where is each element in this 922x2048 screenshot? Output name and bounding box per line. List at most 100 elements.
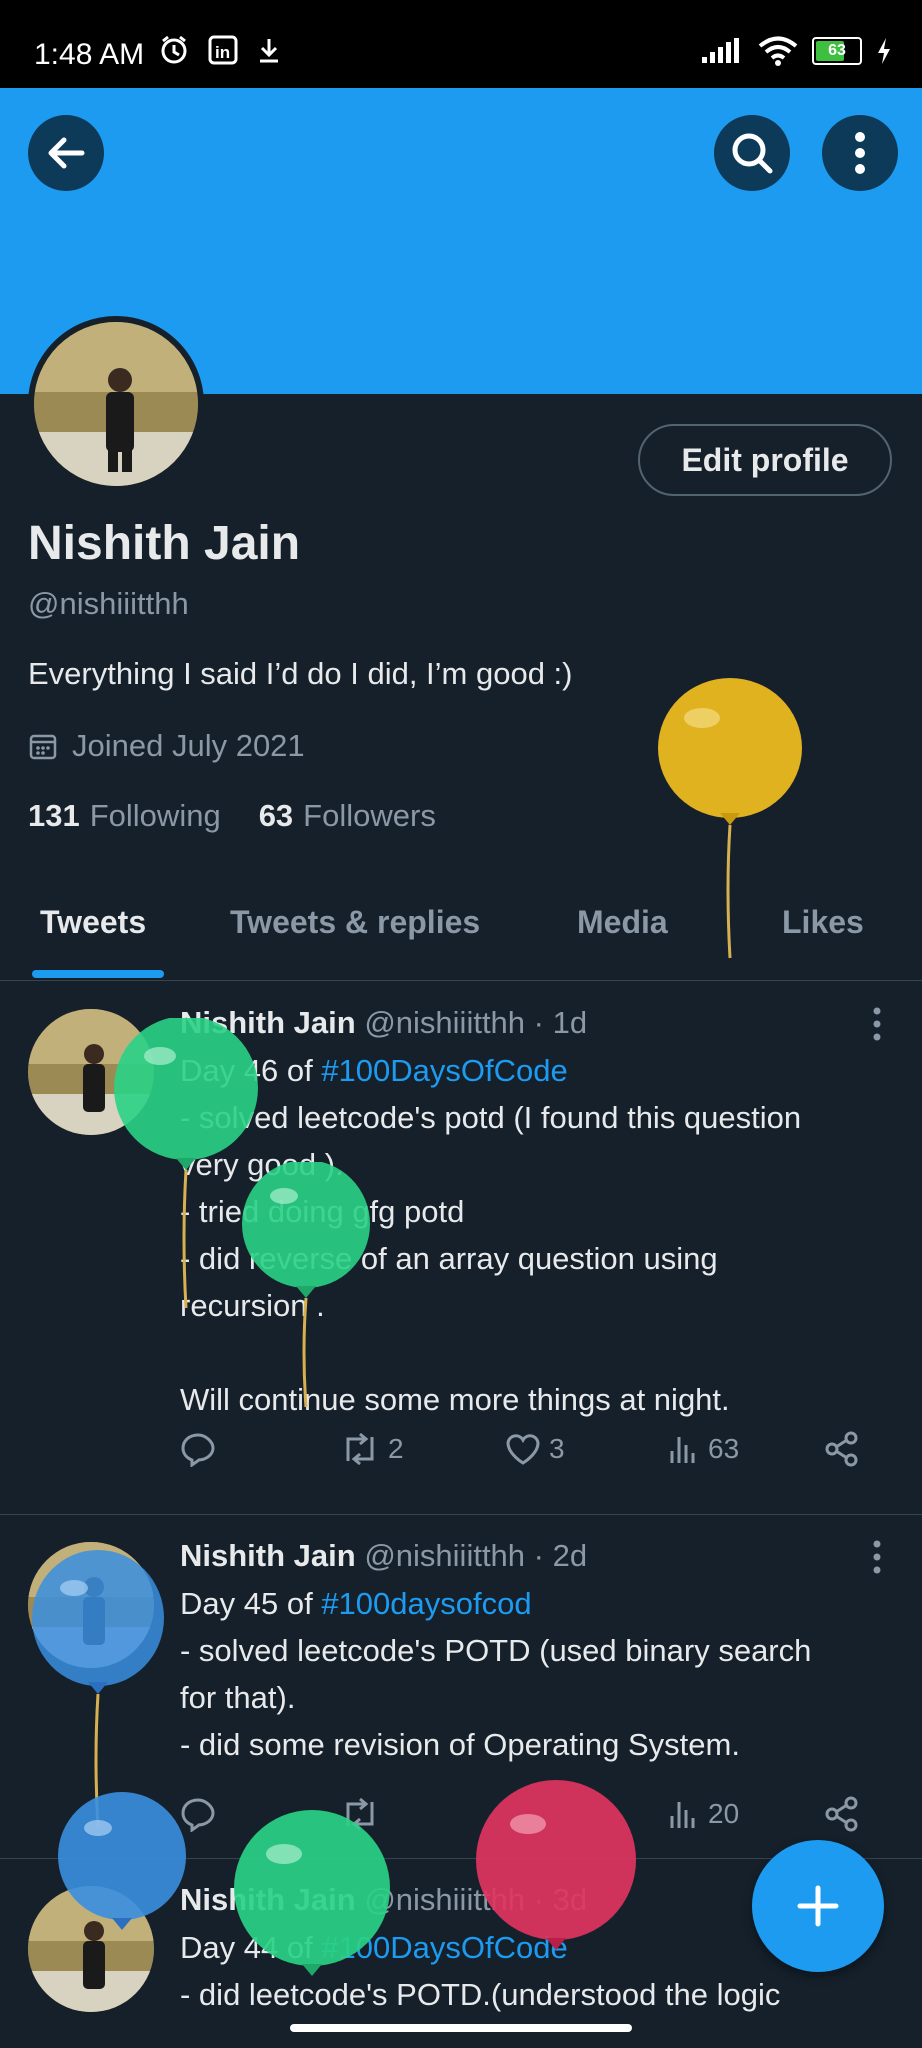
tweet-author-handle: @nishiiitthh xyxy=(364,1882,526,1917)
follow-stats: 131 Following 63 Followers xyxy=(28,798,436,834)
tab-tweets-replies[interactable]: Tweets & replies xyxy=(230,904,480,941)
retweet-button[interactable]: 2 xyxy=(340,1433,404,1465)
avatar-photo xyxy=(34,322,198,486)
views-count: 63 xyxy=(708,1433,740,1464)
following-label: Following xyxy=(89,798,221,833)
tweet-text-prefix: Day 45 of xyxy=(180,1586,322,1621)
followers-link[interactable]: 63 Followers xyxy=(259,798,436,834)
tweet-avatar[interactable] xyxy=(28,1009,154,1135)
profile-handle: @nishiiitthh xyxy=(28,586,189,621)
tweet-more-icon[interactable] xyxy=(872,1540,882,1574)
back-button[interactable] xyxy=(28,115,104,191)
heart-icon xyxy=(506,1434,540,1465)
tweet-author-handle: @nishiiitthh xyxy=(364,1005,526,1040)
charging-icon xyxy=(878,38,890,64)
status-bar: 1:48 AM in 63 xyxy=(0,0,922,88)
share-button[interactable] xyxy=(824,1431,860,1467)
tweet-header: Nishith Jain @nishiiitthh · 2d xyxy=(180,1538,587,1574)
profile-name: Nishith Jain xyxy=(28,517,301,570)
arrow-left-icon xyxy=(48,137,85,169)
share-icon xyxy=(825,1431,858,1467)
following-link[interactable]: 131 Following xyxy=(28,798,221,834)
reply-icon xyxy=(181,1798,215,1832)
home-indicator[interactable] xyxy=(290,2024,632,2032)
tweet-avatar[interactable] xyxy=(28,1886,154,2012)
battery-level: 63 xyxy=(828,42,846,59)
tab-likes[interactable]: Likes xyxy=(782,904,864,941)
calendar-icon xyxy=(29,734,57,760)
followers-count: 63 xyxy=(258,798,294,833)
tweet-header: Nishith Jain @nishiiitthh · 1d xyxy=(180,1005,587,1041)
tweet-more-icon[interactable] xyxy=(872,1007,882,1041)
status-notification-icons: in xyxy=(158,34,282,66)
like-count: 3 xyxy=(549,1433,565,1464)
views-button[interactable]: 63 xyxy=(668,1433,739,1465)
retweet-icon xyxy=(346,1798,374,1830)
tweet-author-name: Nishith Jain xyxy=(180,1005,356,1040)
share-icon xyxy=(825,1796,858,1832)
search-button[interactable] xyxy=(714,115,790,191)
search-icon xyxy=(732,133,773,174)
avatar-photo xyxy=(28,1886,154,2012)
active-tab-indicator xyxy=(32,970,164,978)
tweet[interactable]: Nishith Jain @nishiiitthh · 1d Day 46 of… xyxy=(0,981,922,1515)
tweet-author-name: Nishith Jain xyxy=(180,1538,356,1573)
wifi-icon xyxy=(758,36,798,66)
tweet-text-rest: - did leetcode's POTD.(understood the lo… xyxy=(180,1977,781,2012)
joined-date: Joined July 2021 xyxy=(28,728,305,764)
profile-bio: Everything I said I’d do I did, I’m good… xyxy=(28,656,573,691)
status-time: 1:48 AM xyxy=(34,38,145,71)
tweet-header: Nishith Jain @nishiiitthh · 3d xyxy=(180,1882,587,1918)
battery-icon: 63 xyxy=(812,37,862,65)
download-icon xyxy=(260,39,278,63)
hashtag-link[interactable]: #100daysofcod xyxy=(321,1586,531,1621)
tweet-text-rest: - solved leetcode's potd (I found this q… xyxy=(180,1100,802,1417)
reply-icon xyxy=(181,1433,215,1467)
tab-tweets[interactable]: Tweets xyxy=(40,904,146,941)
more-vertical-icon xyxy=(855,132,865,174)
retweet-icon xyxy=(346,1433,374,1465)
tweet-actions: 2 3 63 xyxy=(180,1427,880,1471)
hashtag-link[interactable]: #100DaysOfCode xyxy=(321,1930,567,1965)
views-icon xyxy=(670,1437,695,1463)
retweet-count: 2 xyxy=(388,1433,404,1464)
linkedin-icon: in xyxy=(208,35,238,65)
retweet-button[interactable] xyxy=(340,1798,380,1830)
signal-icon xyxy=(702,38,739,63)
tweet-actions: 20 xyxy=(180,1792,880,1836)
tweet-author-handle: @nishiiitthh xyxy=(364,1538,526,1573)
share-button[interactable] xyxy=(824,1796,860,1832)
joined-text: Joined July 2021 xyxy=(72,728,305,763)
plus-icon xyxy=(797,1885,839,1927)
tweet-text-prefix: Day 46 of xyxy=(180,1053,322,1088)
compose-tweet-button[interactable] xyxy=(752,1840,884,1972)
reply-button[interactable] xyxy=(180,1796,216,1832)
following-count: 131 xyxy=(28,798,80,833)
svg-text:in: in xyxy=(215,43,230,62)
tweet-time: · 2d xyxy=(533,1538,588,1573)
status-system-icons: 63 xyxy=(700,36,892,66)
tweet-avatar[interactable] xyxy=(28,1542,154,1668)
tweet-time: · 3d xyxy=(533,1882,588,1917)
reply-button[interactable] xyxy=(180,1431,216,1467)
avatar-photo xyxy=(28,1009,154,1135)
hashtag-link[interactable]: #100DaysOfCode xyxy=(321,1053,567,1088)
more-options-button[interactable] xyxy=(822,115,898,191)
tweet[interactable]: Nishith Jain @nishiiitthh · 2d Day 45 of… xyxy=(0,1514,922,1859)
tweet-time: · 1d xyxy=(533,1005,588,1040)
tweet-text-prefix: Day 44 of xyxy=(180,1930,322,1965)
tweet-text: Day 45 of #100daysofcod - solved leetcod… xyxy=(180,1580,900,1768)
followers-label: Followers xyxy=(303,798,436,833)
tweet-author-name: Nishith Jain xyxy=(180,1882,356,1917)
tweet-text-rest: - solved leetcode's POTD (used binary se… xyxy=(180,1633,812,1762)
tab-media[interactable]: Media xyxy=(577,904,668,941)
views-button[interactable]: 20 xyxy=(668,1798,739,1830)
avatar-photo xyxy=(28,1542,154,1668)
like-button[interactable]: 3 xyxy=(505,1433,565,1465)
views-count: 20 xyxy=(708,1798,740,1829)
alarm-icon xyxy=(161,35,187,64)
edit-profile-button[interactable]: Edit profile xyxy=(638,424,892,496)
profile-tabs: Tweets Tweets & replies Media Likes xyxy=(0,880,922,981)
profile-avatar[interactable] xyxy=(28,316,204,492)
views-icon xyxy=(670,1802,695,1828)
